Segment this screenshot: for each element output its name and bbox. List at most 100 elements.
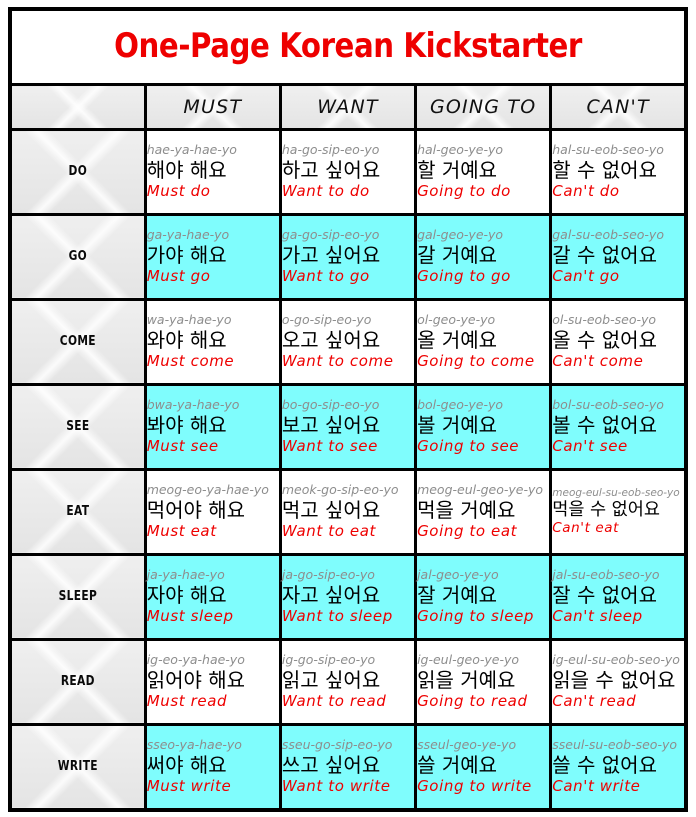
table-body: One-Page Korean Kickstarter MUST WANT GO… (8, 7, 688, 812)
romanization-text: ol-su-eob-seo-yo (552, 312, 657, 328)
table-row: DO hae-ya-hae-yo 해야 해요 Must do ha-go-sip-eo-… (8, 128, 688, 216)
verb-label: EAT (66, 504, 90, 520)
romanization-text: ga-go-sip-eo-yo (281, 227, 380, 243)
korean-text: 보고 싶어요 (281, 412, 381, 437)
romanization-text: wa-ya-hae-yo (146, 312, 232, 328)
english-text: Going to write (417, 777, 532, 796)
column-header-must: MUST (143, 83, 282, 131)
korean-text: 먹고 싶어요 (281, 497, 381, 522)
phrase-cell: ha-go-sip-eo-yo 하고 싶어요 Want to do (278, 128, 418, 216)
phrase-cell: wa-ya-hae-yo 와야 해요 Must come (143, 297, 282, 386)
phrase-cell: meog-eul-su-eob-seo-yo 먹을 수 없어요 Can't eat (549, 467, 688, 556)
korean-text: 올 거예요 (417, 327, 498, 352)
verb-label: READ (60, 674, 95, 690)
korean-text: 할 수 없어요 (552, 157, 657, 182)
romanization-text: ja-ya-hae-yo (146, 567, 225, 583)
english-text: Want to sleep (281, 607, 393, 626)
phrase-cell: bol-geo-ye-yo 볼 거예요 Going to see (414, 382, 553, 471)
phrase-cell: meog-eo-ya-hae-yo 먹어야 해요 Must eat (143, 467, 282, 556)
phrase-cell: ig-eo-ya-hae-yo 읽어야 해요 Must read (143, 637, 282, 726)
korean-text: 하고 싶어요 (281, 157, 381, 182)
english-text: Going to come (417, 352, 535, 371)
english-text: Can't eat (552, 520, 620, 537)
romanization-text: ig-eo-ya-hae-yo (146, 652, 245, 668)
korean-text: 할 거예요 (417, 157, 498, 182)
phrase-cell: ja-go-sip-eo-yo 자고 싶어요 Want to sleep (278, 552, 418, 641)
romanization-text: jal-geo-ye-yo (417, 567, 499, 583)
korean-text: 읽어야 해요 (146, 667, 246, 692)
romanization-text: hal-geo-ye-yo (417, 142, 504, 158)
korean-text: 읽고 싶어요 (281, 667, 381, 692)
korean-text: 잘 거예요 (417, 582, 498, 607)
english-text: Must eat (146, 522, 217, 541)
phrase-cell: meog-eul-geo-ye-yo 먹을 거예요 Going to eat (414, 467, 553, 556)
english-text: Want to do (281, 182, 370, 201)
phrase-cell: jal-su-eob-seo-yo 잘 수 없어요 Can't sleep (549, 552, 688, 641)
title-row: One-Page Korean Kickstarter (8, 7, 688, 86)
column-header-label: CAN'T (586, 95, 650, 118)
english-text: Going to go (417, 267, 511, 286)
korean-text: 먹을 수 없어요 (552, 499, 660, 520)
phrase-cell: hae-ya-hae-yo 해야 해요 Must do (143, 128, 282, 216)
phrase-cell: hal-geo-ye-yo 할 거예요 Going to do (414, 128, 553, 216)
english-text: Want to write (281, 777, 391, 796)
verb-label-cell: SEE (8, 382, 147, 471)
table-row: SEE bwa-ya-hae-yo 봐야 해요 Must see bo-go-sip-e… (8, 382, 688, 471)
korean-text: 쓸 거예요 (417, 752, 498, 777)
romanization-text: ha-go-sip-eo-yo (281, 142, 380, 158)
korean-text: 볼 거예요 (417, 412, 498, 437)
phrase-cell: o-go-sip-eo-yo 오고 싶어요 Want to come (278, 297, 418, 386)
table-row: WRITE sseo-ya-hae-yo 써야 해요 Must write sseu-g… (8, 722, 688, 812)
column-header-row: MUST WANT GOING TO CAN'T (8, 83, 688, 131)
column-header-label: MUST (183, 95, 243, 118)
phrase-cell: ig-go-sip-eo-yo 읽고 싶어요 Want to read (278, 637, 418, 726)
english-text: Must sleep (146, 607, 234, 626)
english-text: Can't come (552, 352, 644, 371)
phrase-cell: ol-geo-ye-yo 올 거예요 Going to come (414, 297, 553, 386)
phrase-cell: ig-eul-geo-ye-yo 읽을 거예요 Going to read (414, 637, 553, 726)
table-row: READ ig-eo-ya-hae-yo 읽어야 해요 Must read ig-go-… (8, 637, 688, 726)
romanization-text: ig-go-sip-eo-yo (281, 652, 376, 668)
romanization-text: bwa-ya-hae-yo (146, 397, 240, 413)
phrase-cell: gal-su-eob-seo-yo 갈 수 없어요 Can't go (549, 212, 688, 301)
verb-label: COME (59, 334, 96, 350)
korean-text: 가야 해요 (146, 242, 227, 267)
romanization-text: ig-eul-geo-ye-yo (417, 652, 520, 668)
verb-label: DO (68, 164, 88, 180)
romanization-text: hae-ya-hae-yo (146, 142, 237, 158)
korean-text: 쓸 수 없어요 (552, 752, 657, 777)
english-text: Going to eat (417, 522, 518, 541)
korean-text: 자야 해요 (146, 582, 227, 607)
romanization-text: sseu-go-sip-eo-yo (281, 737, 393, 753)
english-text: Can't do (552, 182, 620, 201)
korean-text: 해야 해요 (146, 157, 227, 182)
english-text: Want to go (281, 267, 370, 286)
korean-conjugation-table: One-Page Korean Kickstarter MUST WANT GO… (8, 7, 688, 812)
table-row: SLEEP ja-ya-hae-yo 자야 해요 Must sleep ja-go-si… (8, 552, 688, 641)
english-text: Going to see (417, 437, 520, 456)
phrase-cell: sseul-su-eob-seo-yo 쓸 수 없어요 Can't write (549, 722, 688, 812)
romanization-text: hal-su-eob-seo-yo (552, 142, 664, 158)
phrase-cell: ig-eul-su-eob-seo-yo 읽을 수 없어요 Can't read (549, 637, 688, 726)
english-text: Must go (146, 267, 211, 286)
korean-text: 올 수 없어요 (552, 327, 657, 352)
phrase-cell: hal-su-eob-seo-yo 할 수 없어요 Can't do (549, 128, 688, 216)
verb-label-cell: READ (8, 637, 147, 726)
phrase-cell: ol-su-eob-seo-yo 올 수 없어요 Can't come (549, 297, 688, 386)
verb-label-cell: WRITE (8, 722, 147, 812)
romanization-text: ol-geo-ye-yo (417, 312, 496, 328)
english-text: Can't read (552, 692, 637, 711)
phrase-cell: bwa-ya-hae-yo 봐야 해요 Must see (143, 382, 282, 471)
english-text: Want to see (281, 437, 378, 456)
korean-text: 봐야 해요 (146, 412, 227, 437)
english-text: Going to sleep (417, 607, 535, 626)
english-text: Can't write (552, 777, 641, 796)
english-text: Want to come (281, 352, 394, 371)
column-header-going-to: GOING TO (414, 83, 553, 131)
romanization-text: meog-eul-su-eob-seo-yo (552, 486, 680, 499)
korean-text: 읽을 거예요 (417, 667, 516, 692)
verb-label: SLEEP (58, 589, 98, 605)
korean-text: 볼 수 없어요 (552, 412, 657, 437)
english-text: Can't go (552, 267, 620, 286)
phrase-cell: ja-ya-hae-yo 자야 해요 Must sleep (143, 552, 282, 641)
